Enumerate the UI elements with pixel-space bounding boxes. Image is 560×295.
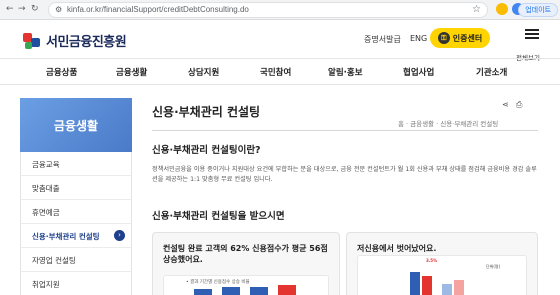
cert-issue-link[interactable]: 증명서발급: [364, 34, 401, 45]
update-button[interactable]: 업데이트: [518, 3, 558, 17]
url-text: kinfa.or.kr/financialSupport/creditDebtC…: [67, 5, 249, 14]
chart-value-label: 3.5%: [426, 258, 438, 263]
key-icon: ⚿: [437, 32, 450, 44]
breadcrumb: 홈 · 금융생활 · 신용·부채관리 컨설팅: [398, 120, 499, 128]
card-title: 컨설팅 완료 고객의 62% 신용점수가 평균 56점 상승했어요.: [163, 244, 328, 264]
hamburger-icon[interactable]: [520, 27, 544, 51]
address-bar[interactable]: ⚙ kinfa.or.kr/financialSupport/creditDeb…: [48, 2, 488, 18]
sidebar-item-self-employed[interactable]: 자영업 컨설팅: [21, 248, 131, 272]
section-title-benefits: 신용·부채관리 컨설팅을 받으시면: [152, 211, 285, 222]
logo-mark: [22, 32, 42, 50]
nav-item-participation[interactable]: 국민참여: [260, 66, 291, 78]
chart-panel: • 결과 기간별 신용점수 상승 비율: [163, 275, 329, 295]
cert-center-button[interactable]: ⚿ 인증센터: [430, 28, 490, 48]
nav-item-financial-life[interactable]: 금융생활: [116, 66, 147, 78]
nav-item-financial-products[interactable]: 금융상품: [46, 66, 77, 78]
site-logo[interactable]: 서민금융진흥원: [22, 31, 127, 50]
section-description: 정책서민금융을 이용 중이거나 지원대상 요건에 부합하는 분을 대상으로, 금…: [152, 166, 537, 183]
benefit-card-low-credit: 저신용에서 벗어났어요. 단위(명) 3.5%: [346, 232, 538, 295]
print-icon[interactable]: ⎙: [516, 100, 522, 110]
sidebar-item-credit-consulting[interactable]: 신용·부채관리 컨설팅 ›: [21, 224, 131, 248]
star-icon[interactable]: ☆: [472, 4, 481, 15]
extension-icon[interactable]: [496, 3, 508, 15]
sidebar-item-dormant-deposit[interactable]: 휴면예금: [21, 200, 131, 224]
chart-bar: [454, 280, 464, 295]
nav-item-notice[interactable]: 알림·홍보: [328, 66, 363, 78]
logo-text: 서민금융진흥원: [46, 35, 127, 50]
nav-item-consulting[interactable]: 상담지원: [188, 66, 219, 78]
chart-bar: [222, 287, 240, 295]
browser-toolbar: ← → ↻ ⚙ kinfa.or.kr/financialSupport/cre…: [0, 0, 560, 20]
chart-bar: [442, 284, 452, 295]
chart-unit: 단위(명): [486, 264, 501, 269]
lock-icon[interactable]: ⚙: [55, 5, 62, 14]
chart-bar: [194, 289, 212, 295]
forward-icon[interactable]: →: [18, 4, 26, 14]
card-title: 저신용에서 벗어났어요.: [357, 244, 437, 253]
chart-legend: • 결과 기간별 신용점수 상승 비율: [186, 280, 250, 285]
nav-item-cooperation[interactable]: 협업사업: [403, 66, 434, 78]
chart-panel: 단위(명) 3.5%: [357, 255, 527, 295]
sidebar-item-employment[interactable]: 취업지원: [21, 272, 131, 295]
chart-bar: [250, 287, 268, 295]
chevron-right-icon: ›: [114, 230, 125, 241]
page-title: 신용·부채관리 컨설팅: [152, 105, 261, 119]
global-nav: 금융상품 금융생활 상담지원 국민참여 알림·홍보 협업사업 기관소개: [0, 58, 560, 85]
section-title-what: 신용·부채관리 컨설팅이란?: [152, 145, 261, 156]
sidebar-item-financial-education[interactable]: 금융교육: [21, 152, 131, 176]
chart-bar: [410, 272, 420, 295]
sidebar-title: 금융생활: [20, 98, 132, 152]
chart-bar: [278, 285, 296, 295]
sidebar-item-custom-loan[interactable]: 맞춤대출: [21, 176, 131, 200]
cert-center-label: 인증센터: [452, 33, 483, 43]
reload-icon[interactable]: ↻: [31, 4, 39, 14]
sidebar-menu: 금융교육 맞춤대출 휴면예금 신용·부채관리 컨설팅 › 자영업 컨설팅 취업지…: [20, 152, 132, 295]
back-icon[interactable]: ←: [6, 4, 14, 14]
eng-link[interactable]: ENG: [410, 34, 427, 43]
benefit-card-credit-score: 컨설팅 완료 고객의 62% 신용점수가 평균 56점 상승했어요. • 결과 …: [152, 232, 340, 295]
share-icon[interactable]: ⋖: [502, 100, 509, 109]
chart-bar: [422, 276, 432, 295]
title-divider: [152, 130, 538, 131]
nav-item-about[interactable]: 기관소개: [476, 66, 507, 78]
